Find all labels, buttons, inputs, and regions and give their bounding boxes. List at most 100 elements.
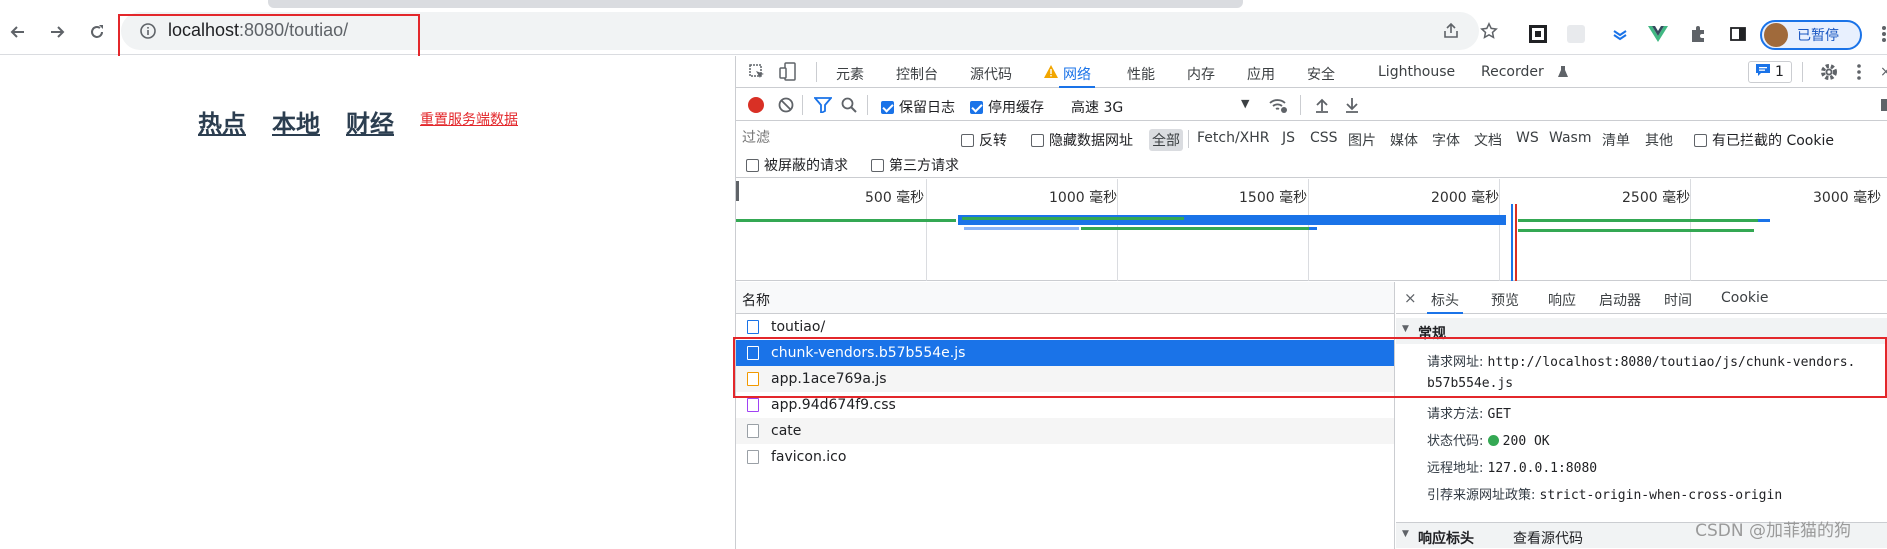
devtools-panel: 元素 控制台 源代码 网络 性能 内存 应用 安全 Lighthouse Rec… [735,56,1887,549]
tab-headers[interactable]: 标头 [1427,290,1463,314]
checkbox-checked[interactable] [970,101,983,114]
request-row-favicon[interactable]: favicon.ico [736,444,1394,470]
request-name: toutiao/ [771,319,826,335]
request-row-chunk-vendors[interactable]: chunk-vendors.b57b554e.js [736,340,1394,366]
disable-cache-checkbox[interactable]: 停用缓存 [970,97,1044,117]
reset-server-data-link[interactable]: 重置服务端数据 [420,109,518,129]
close-devtools-icon[interactable]: × [1880,64,1887,80]
nav-link-hot[interactable]: 热点 [198,104,246,139]
tab-response[interactable]: 响应 [1548,290,1576,310]
timeline-handle[interactable] [736,181,739,201]
checkbox-unchecked[interactable] [1031,134,1044,147]
tab-initiator[interactable]: 启动器 [1599,290,1641,310]
filter-type-ws[interactable]: WS [1516,130,1539,146]
request-row-app-css[interactable]: app.94d674f9.css [736,392,1394,418]
tab-application[interactable]: 应用 [1247,64,1275,84]
view-source-link[interactable]: 查看源代码 [1513,528,1583,548]
tab-security[interactable]: 安全 [1307,64,1335,84]
clear-icon[interactable] [778,97,794,117]
device-toolbar-icon[interactable] [779,62,797,86]
back-icon[interactable] [6,20,30,44]
request-url-row: 请求网址: http://localhost:8080/toutiao/js/c… [1427,351,1855,370]
filter-funnel-icon[interactable] [813,97,833,117]
filter-type-all[interactable]: 全部 [1149,129,1183,151]
tab-recorder[interactable]: Recorder [1481,64,1544,80]
vue-devtools-icon[interactable] [1648,24,1668,44]
filter-type-wasm[interactable]: Wasm [1549,130,1591,146]
tab-scrollbar[interactable] [268,0,1243,8]
checkbox-unchecked[interactable] [1694,134,1707,147]
share-icon[interactable] [1441,21,1461,41]
site-info-icon[interactable] [140,23,156,43]
blocked-requests-label: 被屏蔽的请求 [764,158,848,174]
nav-link-local[interactable]: 本地 [272,104,320,139]
address-bar[interactable]: localhost:8080/toutiao/ [121,12,1498,50]
filter-type-manifest[interactable]: 清单 [1602,130,1630,150]
extension-stack-icon[interactable] [1610,24,1630,44]
hide-data-urls-checkbox[interactable]: 隐藏数据网址 [1031,130,1133,150]
general-section-header[interactable]: ▼ 常规 [1396,318,1887,344]
filter-type-js[interactable]: JS [1282,130,1295,146]
network-conditions-icon[interactable] [1268,96,1288,118]
tab-network[interactable]: 网络 [1059,64,1095,88]
close-details-icon[interactable]: × [1404,289,1417,307]
url-text[interactable]: localhost:8080/toutiao/ [168,20,348,41]
tab-lighthouse[interactable]: Lighthouse [1378,64,1455,80]
request-row-toutiao[interactable]: toutiao/ [736,314,1394,340]
more-menu-icon[interactable] [1874,24,1887,44]
filter-type-doc[interactable]: 文档 [1474,130,1502,150]
bookmark-star-icon[interactable] [1479,21,1499,41]
tab-performance[interactable]: 性能 [1127,64,1155,84]
extension-qr-icon[interactable] [1528,24,1548,44]
name-column-header[interactable]: 名称 [736,282,1394,314]
side-panel-icon[interactable] [1728,24,1748,44]
search-icon[interactable] [841,97,857,117]
extension-blank-icon[interactable] [1566,24,1586,44]
devtools-more-icon[interactable] [1856,64,1862,84]
dropdown-arrow-icon[interactable]: ▼ [1241,97,1249,110]
checkbox-unchecked[interactable] [961,134,974,147]
filter-type-images[interactable]: 图片 [1348,130,1376,150]
inspect-element-icon[interactable] [748,63,766,85]
remote-label: 远程地址: [1427,461,1484,476]
issues-counter-button[interactable]: 1 [1748,61,1792,83]
settings-gear-icon[interactable] [1819,62,1839,86]
filter-type-font[interactable]: 字体 [1432,130,1460,150]
tab-timing[interactable]: 时间 [1664,290,1692,310]
filter-type-other[interactable]: 其他 [1645,130,1673,150]
reload-icon[interactable] [85,20,109,44]
filter-type-fetch-xhr[interactable]: Fetch/XHR [1197,130,1270,146]
filter-type-media[interactable]: 媒体 [1390,130,1418,150]
tab-console[interactable]: 控制台 [896,64,938,84]
nav-link-finance[interactable]: 财经 [346,104,394,139]
tab-sources[interactable]: 源代码 [970,64,1012,84]
invert-checkbox[interactable]: 反转 [961,130,1007,150]
throttling-select[interactable]: 高速 3G [1071,97,1123,117]
profile-button[interactable]: 已暂停 [1760,20,1862,50]
filter-input[interactable] [742,127,946,149]
forward-icon[interactable] [45,20,69,44]
timeline-gridline [1117,179,1118,281]
third-party-checkbox[interactable]: 第三方请求 [871,155,959,175]
preserve-log-checkbox[interactable]: 保留日志 [881,97,955,117]
throttling-value: 高速 3G [1071,100,1124,116]
network-overview-timeline[interactable]: 500 毫秒 1000 毫秒 1500 毫秒 2000 毫秒 2500 毫秒 3… [736,179,1887,281]
blocked-requests-checkbox[interactable]: 被屏蔽的请求 [746,155,848,175]
extensions-puzzle-icon[interactable] [1688,24,1708,44]
filter-type-css[interactable]: CSS [1310,130,1338,146]
toolbar-divider [1802,62,1803,82]
checkbox-unchecked[interactable] [871,159,884,172]
import-har-icon[interactable] [1314,97,1330,117]
request-row-cate[interactable]: cate [736,418,1394,444]
request-row-app-js[interactable]: app.1ace769a.js [736,366,1394,392]
blocked-cookies-checkbox[interactable]: 有已拦截的 Cookie [1694,130,1834,150]
export-har-icon[interactable] [1344,97,1360,117]
tab-cookies[interactable]: Cookie [1721,290,1769,306]
tab-preview[interactable]: 预览 [1491,290,1519,310]
checkbox-unchecked[interactable] [746,159,759,172]
tab-elements[interactable]: 元素 [836,64,864,84]
network-settings-icon[interactable] [1881,97,1887,117]
record-icon[interactable] [748,97,764,113]
tab-memory[interactable]: 内存 [1187,64,1215,84]
checkbox-checked[interactable] [881,101,894,114]
